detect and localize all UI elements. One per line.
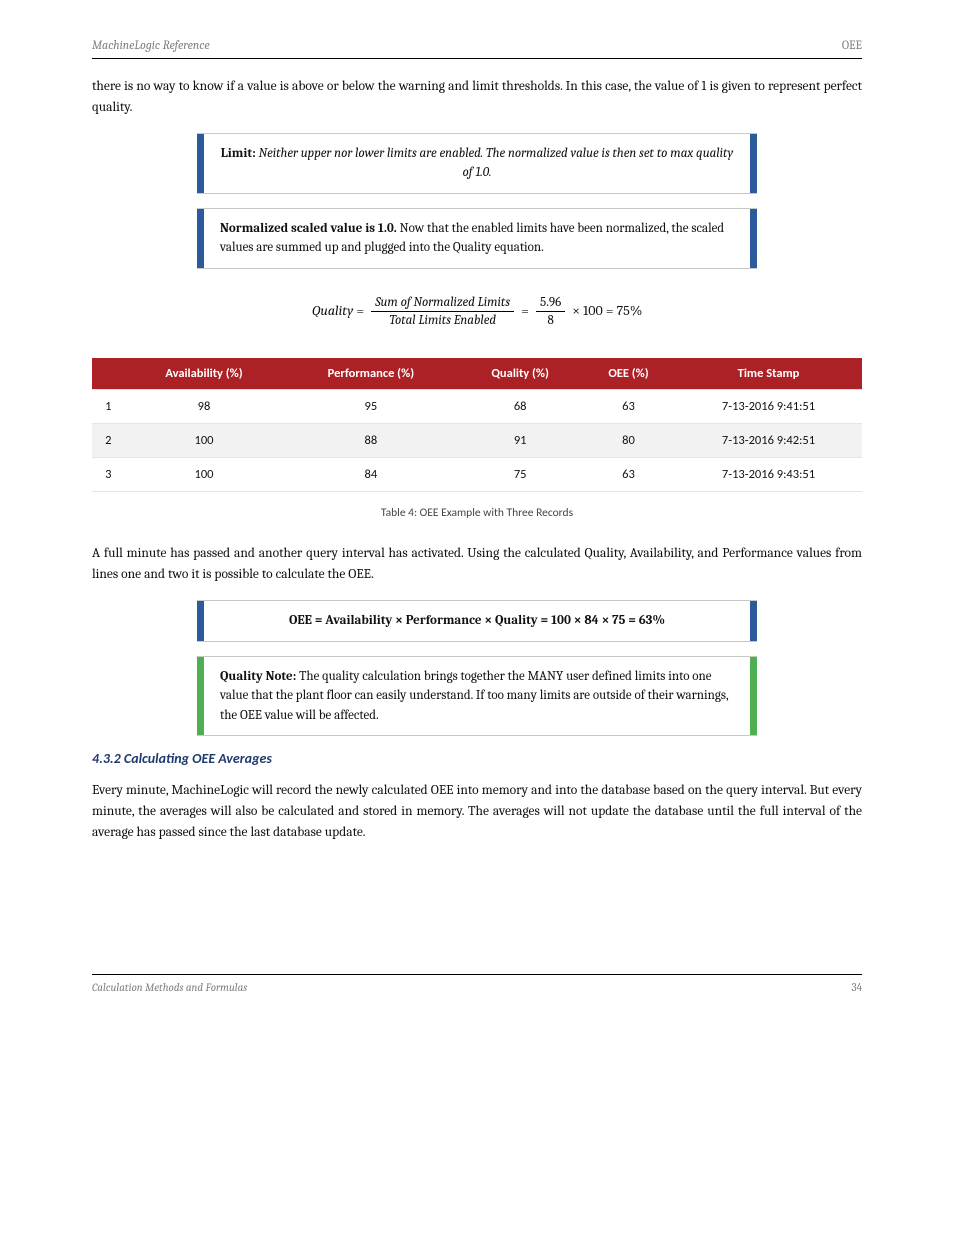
page-header: MachineLogic Reference OEE xyxy=(92,38,862,59)
table-cell: 2 xyxy=(92,424,125,458)
table-header: Performance (%) xyxy=(283,358,458,390)
table-cell: 63 xyxy=(582,458,675,492)
table-cell: 1 xyxy=(92,390,125,424)
callout-edge-right xyxy=(750,134,757,193)
table-cell: 7-13-2016 9:43:51 xyxy=(675,458,862,492)
callout-body: Quality Note: The quality calculation br… xyxy=(204,657,750,736)
eq-fraction-2: 5.96 8 xyxy=(536,295,565,328)
intro-paragraph: there is no way to know if a value is ab… xyxy=(92,77,862,119)
table-cell: 7-13-2016 9:42:51 xyxy=(675,424,862,458)
footer-right: 34 xyxy=(852,981,862,994)
oee-example-table: Availability (%) Performance (%) Quality… xyxy=(92,358,862,493)
table-cell: 88 xyxy=(283,424,458,458)
table-cell: 63 xyxy=(582,390,675,424)
callout-oee-equation: OEE = Availability × Performance × Quali… xyxy=(197,600,757,642)
callout-limit-disabled: Limit: Neither upper nor lower limits ar… xyxy=(197,133,757,194)
table-cell: 68 xyxy=(458,390,582,424)
eq-equals: = xyxy=(356,302,367,319)
quality-equation: Quality = Sum of Normalized Limits Total… xyxy=(92,295,862,328)
eq-result: 75% xyxy=(617,302,643,319)
eq-frac2-den: 8 xyxy=(536,312,565,328)
header-left: MachineLogic Reference xyxy=(92,38,210,52)
table-header xyxy=(92,358,125,390)
table-cell: 75 xyxy=(458,458,582,492)
callout-edge-left xyxy=(197,657,204,736)
table-caption: Table 4: OEE Example with Three Records xyxy=(92,506,862,520)
callout-normalized-value: Normalized scaled value is 1.0. Now that… xyxy=(197,208,757,269)
eq-frac2-num: 5.96 xyxy=(536,295,565,312)
table-cell: 100 xyxy=(125,424,284,458)
callout-body: Normalized scaled value is 1.0. Now that… xyxy=(204,209,750,268)
section-heading: 4.3.2 Calculating OEE Averages xyxy=(92,750,862,767)
eq-lhs: Quality xyxy=(312,302,354,319)
callout-plain: The quality calculation brings together … xyxy=(220,669,728,723)
callout-edge-right xyxy=(750,601,757,641)
callout-edge-right xyxy=(750,657,757,736)
table-header: Time Stamp xyxy=(675,358,862,390)
callout-edge-left xyxy=(197,134,204,193)
table-header: Availability (%) xyxy=(125,358,284,390)
callout-italic: Neither upper nor lower limits are enabl… xyxy=(259,146,734,181)
table-cell: 3 xyxy=(92,458,125,492)
table-header: OEE (%) xyxy=(582,358,675,390)
table-cell: 80 xyxy=(582,424,675,458)
body-paragraph: A full minute has passed and another que… xyxy=(92,544,862,586)
table-cell: 91 xyxy=(458,424,582,458)
table-cell: 95 xyxy=(283,390,458,424)
callout-edge-right xyxy=(750,209,757,268)
table-row: 1 98 95 68 63 7-13-2016 9:41:51 xyxy=(92,390,862,424)
table-cell: 7-13-2016 9:41:51 xyxy=(675,390,862,424)
callout-quality-note: Quality Note: The quality calculation br… xyxy=(197,656,757,737)
callout-bold: OEE = Availability × Performance × Quali… xyxy=(289,613,665,628)
table-cell: 84 xyxy=(283,458,458,492)
table-row: 2 100 88 91 80 7-13-2016 9:42:51 xyxy=(92,424,862,458)
table-header: Quality (%) xyxy=(458,358,582,390)
callout-edge-left xyxy=(197,209,204,268)
eq-mult: × 100 = xyxy=(572,302,616,319)
table-row: 3 100 84 75 63 7-13-2016 9:43:51 xyxy=(92,458,862,492)
table-cell: 100 xyxy=(125,458,284,492)
callout-label: Normalized scaled value is xyxy=(220,221,378,236)
eq-equals-2: = xyxy=(521,302,532,319)
callout-value: 1.0. xyxy=(378,221,397,236)
eq-frac1-den: Total Limits Enabled xyxy=(371,312,514,328)
table-header-row: Availability (%) Performance (%) Quality… xyxy=(92,358,862,390)
section-paragraph: Every minute, MachineLogic will record t… xyxy=(92,781,862,844)
callout-label: Quality Note: xyxy=(220,669,296,684)
footer-left: Calculation Methods and Formulas xyxy=(92,981,247,994)
callout-edge-left xyxy=(197,601,204,641)
callout-body: Limit: Neither upper nor lower limits ar… xyxy=(204,134,750,193)
callout-body: OEE = Availability × Performance × Quali… xyxy=(204,601,750,641)
callout-label: Limit: xyxy=(221,146,259,161)
eq-fraction-1: Sum of Normalized Limits Total Limits En… xyxy=(371,295,514,328)
page-footer: Calculation Methods and Formulas 34 xyxy=(92,974,862,994)
table-cell: 98 xyxy=(125,390,284,424)
eq-frac1-num: Sum of Normalized Limits xyxy=(371,295,514,312)
header-right: OEE xyxy=(842,38,862,52)
